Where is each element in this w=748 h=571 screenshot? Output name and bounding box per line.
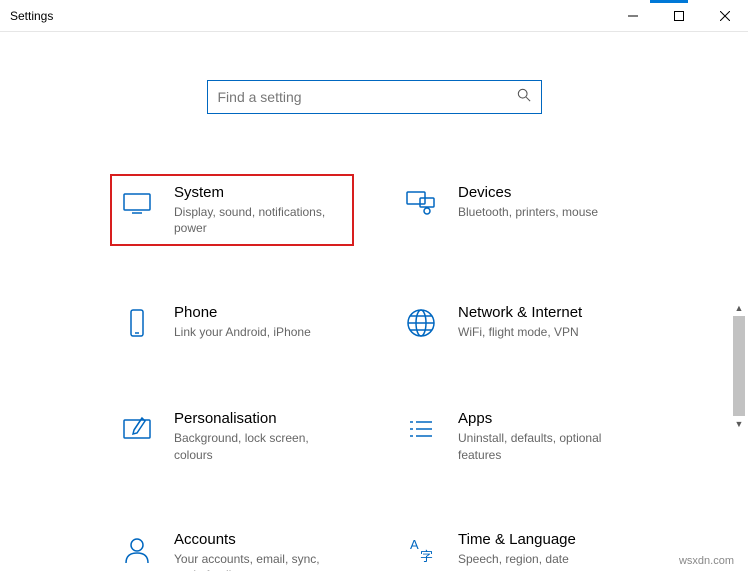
close-icon [720,11,730,21]
maximize-icon [674,11,684,21]
network-icon [402,304,440,342]
scroll-up-icon[interactable]: ▲ [733,302,745,314]
accounts-icon [118,531,156,569]
svg-text:字: 字 [420,549,433,564]
tile-accounts[interactable]: Accounts Your accounts, email, sync, wor… [110,521,354,571]
maximize-button[interactable] [656,0,702,31]
tile-system[interactable]: System Display, sound, notifications, po… [110,174,354,246]
system-icon [118,184,156,222]
titlebar: Settings [0,0,748,32]
tile-time[interactable]: A字 Time & Language Speech, region, date [394,521,638,571]
settings-grid: System Display, sound, notifications, po… [0,174,748,571]
minimize-icon [628,11,638,21]
search-box[interactable] [207,80,542,114]
tile-text: Phone Link your Android, iPhone [174,304,346,340]
tile-title: Phone [174,304,346,321]
tile-title: System [174,184,346,201]
tile-title: Time & Language [458,531,630,548]
tile-title: Network & Internet [458,304,630,321]
tile-desc: Bluetooth, printers, mouse [458,204,630,220]
search-input[interactable] [218,89,517,105]
search-wrap [0,80,748,114]
scrollbar[interactable]: ▲ ▼ [732,300,746,450]
tile-desc: Your accounts, email, sync, work, family [174,551,346,571]
window-title: Settings [0,9,53,23]
tile-desc: Background, lock screen, colours [174,430,346,462]
tile-text: Devices Bluetooth, printers, mouse [458,184,630,220]
minimize-button[interactable] [610,0,656,31]
accent-strip [650,0,688,3]
time-language-icon: A字 [402,531,440,569]
search-icon [517,88,531,107]
tile-personalisation[interactable]: Personalisation Background, lock screen,… [110,400,354,472]
tile-desc: Display, sound, notifications, power [174,204,346,236]
tile-text: Accounts Your accounts, email, sync, wor… [174,531,346,571]
phone-icon [118,304,156,342]
scroll-down-icon[interactable]: ▼ [733,418,745,430]
svg-text:A: A [410,537,419,552]
watermark: wsxdn.com [679,555,734,567]
tile-title: Devices [458,184,630,201]
tile-apps[interactable]: Apps Uninstall, defaults, optional featu… [394,400,638,472]
tile-desc: Speech, region, date [458,551,630,567]
tile-desc: Uninstall, defaults, optional features [458,430,630,462]
tile-text: Personalisation Background, lock screen,… [174,410,346,462]
devices-icon [402,184,440,222]
tile-title: Apps [458,410,630,427]
tile-devices[interactable]: Devices Bluetooth, printers, mouse [394,174,638,246]
tile-title: Accounts [174,531,346,548]
tile-desc: Link your Android, iPhone [174,324,346,340]
tile-phone[interactable]: Phone Link your Android, iPhone [110,294,354,352]
tile-text: Network & Internet WiFi, flight mode, VP… [458,304,630,340]
tile-text: Time & Language Speech, region, date [458,531,630,567]
tile-title: Personalisation [174,410,346,427]
scrollbar-thumb[interactable] [733,316,745,416]
tile-text: System Display, sound, notifications, po… [174,184,346,236]
window-controls [610,0,748,31]
tile-desc: WiFi, flight mode, VPN [458,324,630,340]
apps-icon [402,410,440,448]
close-button[interactable] [702,0,748,31]
content-area: System Display, sound, notifications, po… [0,32,748,571]
personalisation-icon [118,410,156,448]
tile-network[interactable]: Network & Internet WiFi, flight mode, VP… [394,294,638,352]
tile-text: Apps Uninstall, defaults, optional featu… [458,410,630,462]
